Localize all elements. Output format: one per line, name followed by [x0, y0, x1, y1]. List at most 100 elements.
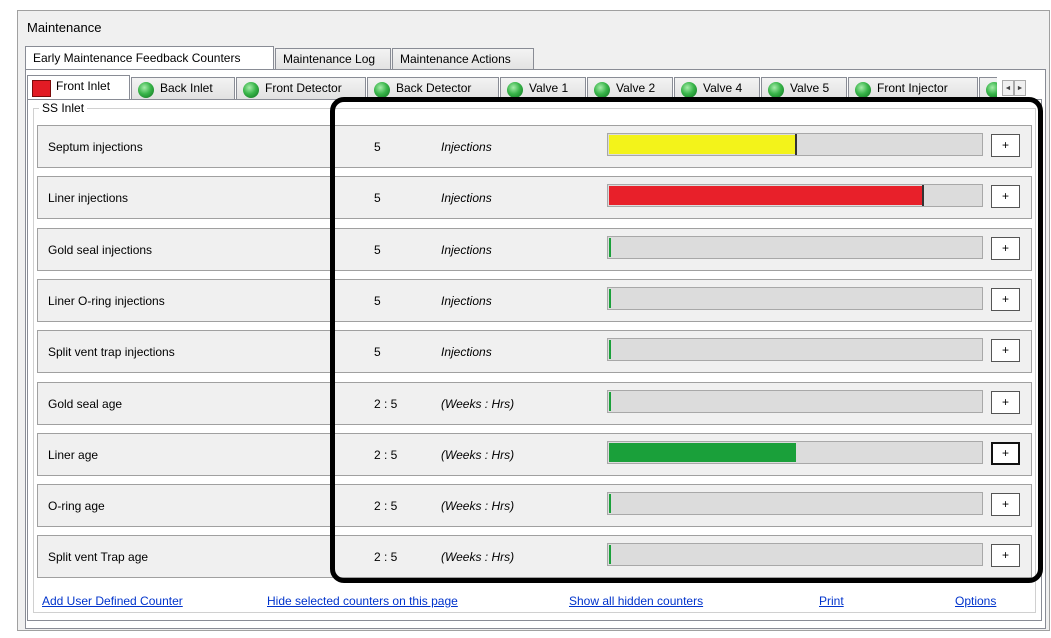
threshold-marker — [922, 185, 924, 206]
group-label: SS Inlet — [39, 101, 88, 115]
tab-back-inlet[interactable]: Back Inlet — [131, 77, 235, 99]
counter-name: Septum injections — [48, 140, 143, 154]
counter-row[interactable]: Gold seal age 2 : 5 (Weeks : Hrs) + — [37, 382, 1032, 425]
increment-button[interactable]: + — [991, 339, 1020, 362]
increment-button[interactable]: + — [991, 544, 1020, 567]
tab-front-detector[interactable]: Front Detector — [236, 77, 366, 99]
inlet-tab-strip: Front Inlet Back Inlet Front Detector Ba… — [27, 75, 997, 99]
threshold-marker — [795, 134, 797, 155]
green-ball-icon — [594, 82, 610, 98]
counter-name: Liner age — [48, 448, 99, 462]
counter-name: Split vent Trap age — [48, 550, 149, 564]
counter-name: Gold seal age — [48, 397, 123, 411]
counter-name: Liner O-ring injections — [48, 294, 165, 308]
tab-valve-4[interactable]: Valve 4 — [674, 77, 760, 99]
counter-progress-bar — [607, 441, 983, 464]
progress-fill — [609, 135, 796, 154]
counter-progress-bar — [607, 338, 983, 361]
counter-progress-bar — [607, 236, 983, 259]
scroll-right-button[interactable]: ► — [1014, 80, 1026, 96]
counter-unit: (Weeks : Hrs) — [441, 550, 515, 564]
counter-row[interactable]: Gold seal injections 5 Injections + — [37, 228, 1032, 271]
counter-name: Gold seal injections — [48, 243, 153, 257]
increment-button[interactable]: + — [991, 442, 1020, 465]
red-square-icon — [32, 80, 51, 97]
counter-value: 2 : 5 — [374, 397, 398, 411]
counter-progress-bar — [607, 390, 983, 413]
tab-label: Valve 1 — [529, 81, 569, 95]
tab-label: Back Inlet — [160, 81, 213, 95]
tab-front-injector[interactable]: Front Injector — [848, 77, 978, 99]
green-ball-icon — [986, 82, 997, 98]
counter-value: 5 — [374, 243, 381, 257]
tab-label: Back Detector — [396, 81, 472, 95]
tab-label: Valve 5 — [790, 81, 830, 95]
counter-row[interactable]: O-ring age 2 : 5 (Weeks : Hrs) + — [37, 484, 1032, 527]
add-user-defined-counter-link[interactable]: Add User Defined Counter — [42, 594, 183, 608]
tab-valve-2[interactable]: Valve 2 — [587, 77, 673, 99]
counter-name: Liner injections — [48, 191, 129, 205]
tab-label: Front Detector — [265, 81, 342, 95]
counter-value: 5 — [374, 140, 381, 154]
window-title: Maintenance — [27, 20, 102, 35]
counter-row[interactable]: Split vent Trap age 2 : 5 (Weeks : Hrs) + — [37, 535, 1032, 578]
counter-row[interactable]: Liner O-ring injections 5 Injections + — [37, 279, 1032, 322]
tab-overflow[interactable] — [979, 77, 997, 99]
counter-progress-bar — [607, 287, 983, 310]
counter-name: Split vent trap injections — [48, 345, 175, 359]
counter-value: 2 : 5 — [374, 448, 398, 462]
scroll-left-button[interactable]: ◄ — [1002, 80, 1014, 96]
green-ball-icon — [374, 82, 390, 98]
tab-front-inlet[interactable]: Front Inlet — [27, 75, 130, 99]
counter-row[interactable]: Liner injections 5 Injections + — [37, 176, 1032, 219]
green-ball-icon — [507, 82, 523, 98]
progress-fill — [609, 186, 923, 205]
tab-valve-5[interactable]: Valve 5 — [761, 77, 847, 99]
tab-maintenance-log[interactable]: Maintenance Log — [275, 48, 391, 69]
green-ball-icon — [768, 82, 784, 98]
counter-row[interactable]: Liner age 2 : 5 (Weeks : Hrs) + — [37, 433, 1032, 476]
counter-row[interactable]: Split vent trap injections 5 Injections + — [37, 330, 1032, 373]
counter-unit: Injections — [441, 345, 492, 359]
tab-maintenance-actions[interactable]: Maintenance Actions — [392, 48, 534, 69]
counter-progress-bar — [607, 543, 983, 566]
counter-progress-bar — [607, 133, 983, 156]
counter-value: 2 : 5 — [374, 550, 398, 564]
counter-row[interactable]: Septum injections 5 Injections + — [37, 125, 1032, 168]
counter-unit: (Weeks : Hrs) — [441, 499, 515, 513]
progress-fill — [609, 392, 611, 411]
progress-fill — [609, 494, 611, 513]
increment-button[interactable]: + — [991, 391, 1020, 414]
options-link[interactable]: Options — [955, 594, 996, 608]
tab-valve-1[interactable]: Valve 1 — [500, 77, 586, 99]
counter-value: 5 — [374, 191, 381, 205]
progress-fill — [609, 443, 796, 462]
tab-early-maintenance-feedback-counters[interactable]: Early Maintenance Feedback Counters — [25, 46, 274, 69]
progress-fill — [609, 340, 611, 359]
increment-button[interactable]: + — [991, 185, 1020, 208]
counter-value: 5 — [374, 294, 381, 308]
progress-fill — [609, 545, 611, 564]
counter-unit: Injections — [441, 294, 492, 308]
increment-button[interactable]: + — [991, 288, 1020, 311]
tab-label: Front Injector — [877, 81, 948, 95]
increment-button[interactable]: + — [991, 237, 1020, 260]
counter-unit: Injections — [441, 140, 492, 154]
progress-fill — [609, 289, 611, 308]
green-ball-icon — [855, 82, 871, 98]
counter-unit: (Weeks : Hrs) — [441, 397, 515, 411]
green-ball-icon — [243, 82, 259, 98]
tab-label: Front Inlet — [56, 79, 111, 93]
tab-label: Valve 2 — [616, 81, 656, 95]
counter-unit: Injections — [441, 243, 492, 257]
increment-button[interactable]: + — [991, 134, 1020, 157]
counter-unit: Injections — [441, 191, 492, 205]
show-all-hidden-counters-link[interactable]: Show all hidden counters — [569, 594, 703, 608]
counter-progress-bar — [607, 492, 983, 515]
hide-selected-counters-link[interactable]: Hide selected counters on this page — [267, 594, 458, 608]
tab-back-detector[interactable]: Back Detector — [367, 77, 499, 99]
progress-fill — [609, 238, 611, 257]
increment-button[interactable]: + — [991, 493, 1020, 516]
counter-unit: (Weeks : Hrs) — [441, 448, 515, 462]
print-link[interactable]: Print — [819, 594, 844, 608]
